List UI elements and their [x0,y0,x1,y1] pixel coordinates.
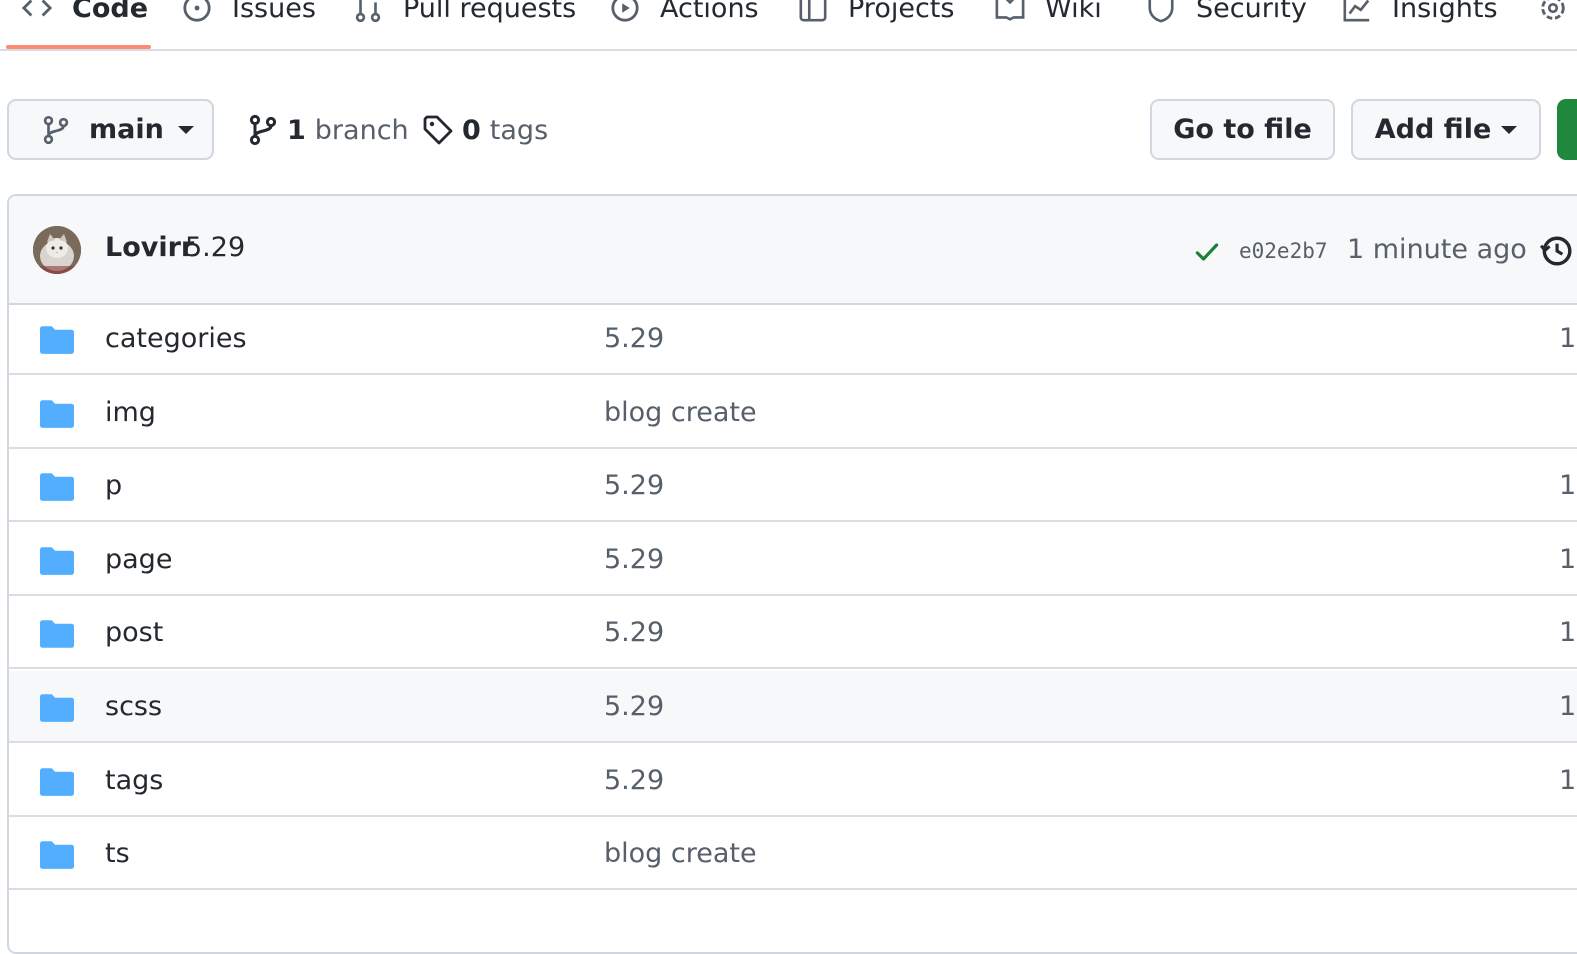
file-row-categories[interactable]: categories 5.29 1 [9,303,1577,375]
code-icon [22,0,52,17]
file-name[interactable]: post [105,617,163,648]
branch-name: main [89,114,164,145]
file-commit-age: 1 [1559,470,1577,502]
tags-label: tags [489,114,549,146]
file-name[interactable]: scss [105,691,162,722]
tab-actions[interactable]: Actions [610,0,759,28]
file-commit-age: 1 [1559,764,1577,796]
tags-link[interactable]: 0 tags [422,110,548,150]
tab-code[interactable]: Code [22,0,148,28]
folder-icon [40,399,74,428]
file-commit-message[interactable]: 5.29 [604,617,664,648]
tab-wiki[interactable]: Wiki [995,0,1102,28]
file-row-page[interactable]: page 5.29 1 [9,524,1577,596]
code-button[interactable] [1557,99,1577,160]
add-file-label: Add file [1374,114,1492,145]
tab-issues[interactable]: Issues [182,0,316,28]
file-row-img[interactable]: img blog create [9,377,1577,449]
tab-label: Actions [660,0,759,24]
tab-label: Insights [1392,0,1498,24]
commit-message[interactable]: 5.29 [185,232,245,263]
file-name[interactable]: page [105,544,172,575]
add-file-button[interactable]: Add file [1351,99,1541,160]
commit-time: 1 minute ago [1347,234,1527,265]
check-icon[interactable] [1193,238,1221,266]
file-commit-age: 1 [1559,323,1577,354]
project-icon [799,0,827,22]
issue-icon [183,0,211,22]
shield-icon [1148,0,1174,23]
file-name[interactable]: tags [105,765,163,796]
folder-icon [40,841,74,869]
pull-request-icon [355,0,381,23]
branches-label: branch [314,114,409,146]
chevron-down-icon [177,125,194,134]
book-icon [995,0,1025,21]
file-name[interactable]: ts [105,838,130,869]
avatar[interactable] [33,226,81,274]
tab-pull-requests[interactable]: Pull requests [353,0,576,28]
graph-icon [1343,0,1370,22]
folder-icon [40,326,74,354]
commit-sha[interactable]: e02e2b7 [1239,239,1328,263]
tab-label: Security [1196,0,1307,24]
tab-settings[interactable] [1538,0,1577,28]
folder-icon [40,694,74,722]
go-to-file-button[interactable]: Go to file [1150,99,1335,160]
folder-icon [40,620,74,649]
tab-insights[interactable]: Insights [1342,0,1498,28]
file-row-ts[interactable]: ts blog create [9,818,1577,891]
play-icon [611,0,639,22]
selected-tab-underline [6,45,151,49]
folder-icon [40,546,74,575]
tag-icon [423,115,453,145]
file-commit-message[interactable]: blog create [604,397,757,428]
file-browser: Lovirr 5.29 e02e2b7 1 minute ago categor… [7,194,1577,954]
folder-icon [40,473,74,501]
file-row-post[interactable]: post 5.29 1 [9,597,1577,670]
chevron-down-icon [1501,125,1518,134]
file-name[interactable]: categories [105,323,247,354]
tab-label: Wiki [1045,0,1102,24]
tab-label: Pull requests [403,0,577,24]
file-commit-message[interactable]: blog create [604,838,757,869]
gear-icon [1541,0,1565,20]
history-icon[interactable] [1539,234,1573,268]
file-commit-age: 1 [1559,543,1577,575]
folder-icon [40,767,74,796]
file-name[interactable]: p [105,470,122,501]
file-commit-age: 1 [1559,691,1577,722]
go-to-file-label: Go to file [1173,114,1312,145]
branches-count: 1 [287,114,306,146]
commit-author[interactable]: Lovirr [105,232,194,263]
file-commit-message[interactable]: 5.29 [604,691,664,722]
tab-label: Projects [848,0,955,24]
file-commit-age: 1 [1559,617,1577,649]
file-commit-message[interactable]: 5.29 [604,544,664,575]
branch-icon [43,115,69,144]
tags-count: 0 [462,114,481,146]
tab-projects[interactable]: Projects [798,0,954,28]
tab-security[interactable]: Security [1146,0,1307,28]
tab-label: Issues [232,0,316,24]
file-row-scss[interactable]: scss 5.29 1 [9,671,1577,743]
file-name[interactable]: img [105,397,156,428]
tab-label: Code [72,0,149,24]
file-row-p[interactable]: p 5.29 1 [9,450,1577,523]
file-commit-message[interactable]: 5.29 [604,323,664,354]
branch-selector-button[interactable]: main [7,99,214,160]
latest-commit-bar: Lovirr 5.29 e02e2b7 1 minute ago [9,196,1577,305]
branches-link[interactable]: 1 branch [247,110,409,150]
file-commit-message[interactable]: 5.29 [604,765,664,796]
file-commit-message[interactable]: 5.29 [604,470,664,501]
avatar-image [33,226,81,274]
repo-nav: Code Issues Pull requests Actions Projec… [0,0,1577,51]
branch-icon [249,114,277,146]
file-row-tags[interactable]: tags 5.29 1 [9,745,1577,817]
